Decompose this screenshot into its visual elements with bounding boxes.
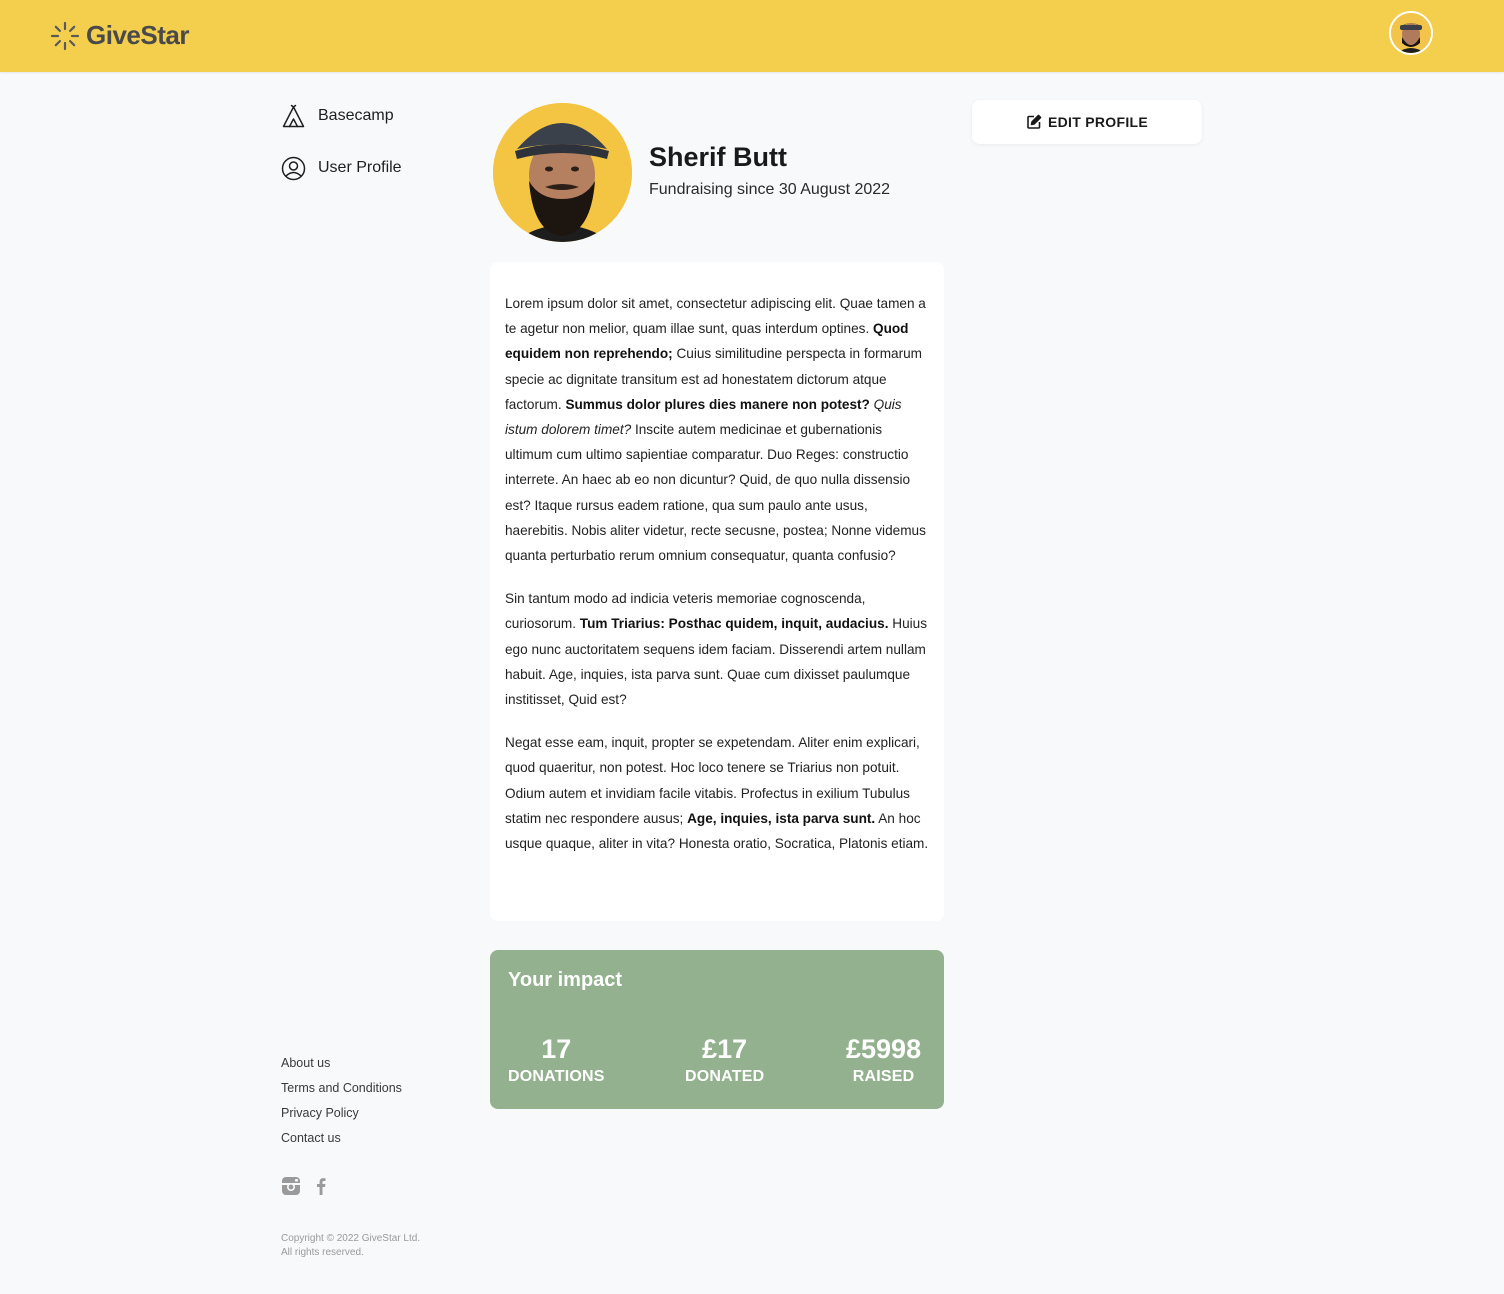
stat-donated: £17 DONATED (685, 1033, 764, 1086)
stat-label: DONATED (685, 1068, 765, 1085)
instagram-icon[interactable] (281, 1176, 301, 1196)
bio-bold: Summus dolor plures dies manere non pote… (565, 396, 870, 412)
givestar-logo[interactable]: GiveStar (50, 20, 189, 51)
bio-paragraph: Lorem ipsum dolor sit amet, consectetur … (505, 291, 929, 568)
edit-icon (1027, 114, 1042, 129)
bio-paragraph: Sin tantum modo ad indicia veteris memor… (505, 586, 929, 712)
footer-link-contact[interactable]: Contact us (281, 1130, 402, 1155)
bio-card: Lorem ipsum dolor sit amet, consectetur … (490, 262, 944, 921)
user-avatar-image (1391, 13, 1431, 53)
logo-text: GiveStar (86, 20, 189, 50)
stat-label: RAISED (852, 1068, 915, 1085)
stat-label: DONATIONS (508, 1068, 605, 1085)
stat-value: £17 (702, 1034, 748, 1064)
stat-raised: £5998 RAISED (846, 1033, 921, 1086)
user-circle-icon (281, 156, 306, 180)
tent-icon (282, 104, 305, 127)
bio-text: Lorem ipsum dolor sit amet, consectetur … (505, 296, 926, 337)
user-avatar[interactable] (1389, 11, 1433, 55)
sunburst-icon (50, 21, 80, 50)
edit-profile-label: EDIT PROFILE (1047, 114, 1149, 130)
impact-card: Your impact 17 DONATIONS £17 DONATED £59… (490, 950, 944, 1109)
social-links (281, 1176, 331, 1196)
stat-value: £5998 (846, 1034, 922, 1064)
sidebar-item-label: User Profile (318, 159, 402, 176)
profile-avatar (493, 103, 632, 242)
profile-name: Sherif Butt (649, 142, 787, 172)
stat-value: 17 (541, 1034, 572, 1064)
bio-bold: Tum Triarius: Posthac quidem, inquit, au… (579, 616, 889, 632)
bio-paragraph: Negat esse eam, inquit, propter se expet… (505, 730, 929, 856)
bio-bold: Age, inquies, ista parva sunt. (687, 810, 876, 826)
stat-donations: 17 DONATIONS (508, 1033, 605, 1086)
profile-photo (493, 103, 632, 242)
sidebar-item-label: Basecamp (318, 107, 394, 124)
sidebar-item-user-profile[interactable]: User Profile (281, 154, 402, 182)
fundraising-since: Fundraising since 30 August 2022 (649, 181, 891, 198)
copyright: Copyright © 2022 GiveStar Ltd. All right… (281, 1233, 421, 1258)
facebook-icon[interactable] (311, 1176, 331, 1196)
impact-title: Your impact (508, 969, 623, 991)
sidebar-item-basecamp[interactable]: Basecamp (281, 102, 402, 130)
bio-text: Inscite autem medicinae et gubernationis… (505, 422, 926, 564)
sidebar-nav: Basecamp User Profile (281, 102, 402, 206)
footer-link-privacy[interactable]: Privacy Policy (281, 1105, 402, 1130)
edit-profile-button[interactable]: EDIT PROFILE (972, 100, 1202, 144)
top-bar: GiveStar (0, 0, 1504, 72)
footer-link-about[interactable]: About us (281, 1055, 402, 1080)
footer-link-terms[interactable]: Terms and Conditions (281, 1080, 402, 1105)
footer-links: About us Terms and Conditions Privacy Po… (281, 1055, 402, 1155)
